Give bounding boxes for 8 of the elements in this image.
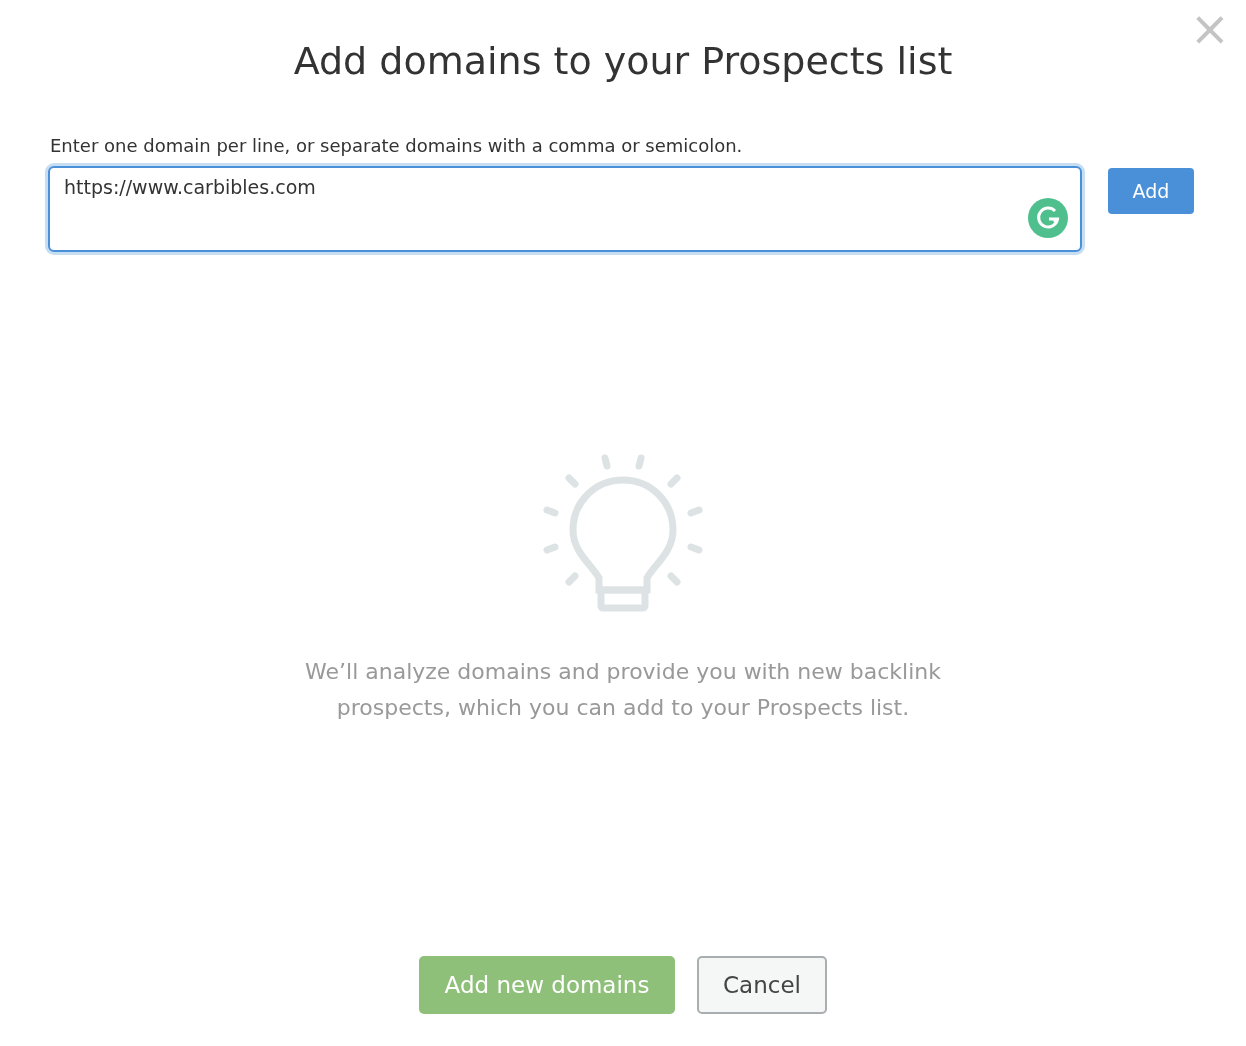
instruction-text: Enter one domain per line, or separate domains with a comma or semicolon.	[50, 134, 744, 158]
close-button[interactable]: ×	[1185, 4, 1234, 52]
domain-input-field[interactable]: https://www.carbibles.com	[48, 166, 1082, 252]
grammarly-icon[interactable]	[1028, 198, 1068, 238]
cancel-button[interactable]: Cancel	[697, 956, 827, 1014]
empty-state-message: We’ll analyze domains and provide you with new backlink prospects, which you can add to your Prospects list.	[304, 658, 942, 722]
dialog-title: Add domains to your Prospects list	[292, 38, 954, 85]
add-button[interactable]: Add	[1108, 168, 1194, 214]
